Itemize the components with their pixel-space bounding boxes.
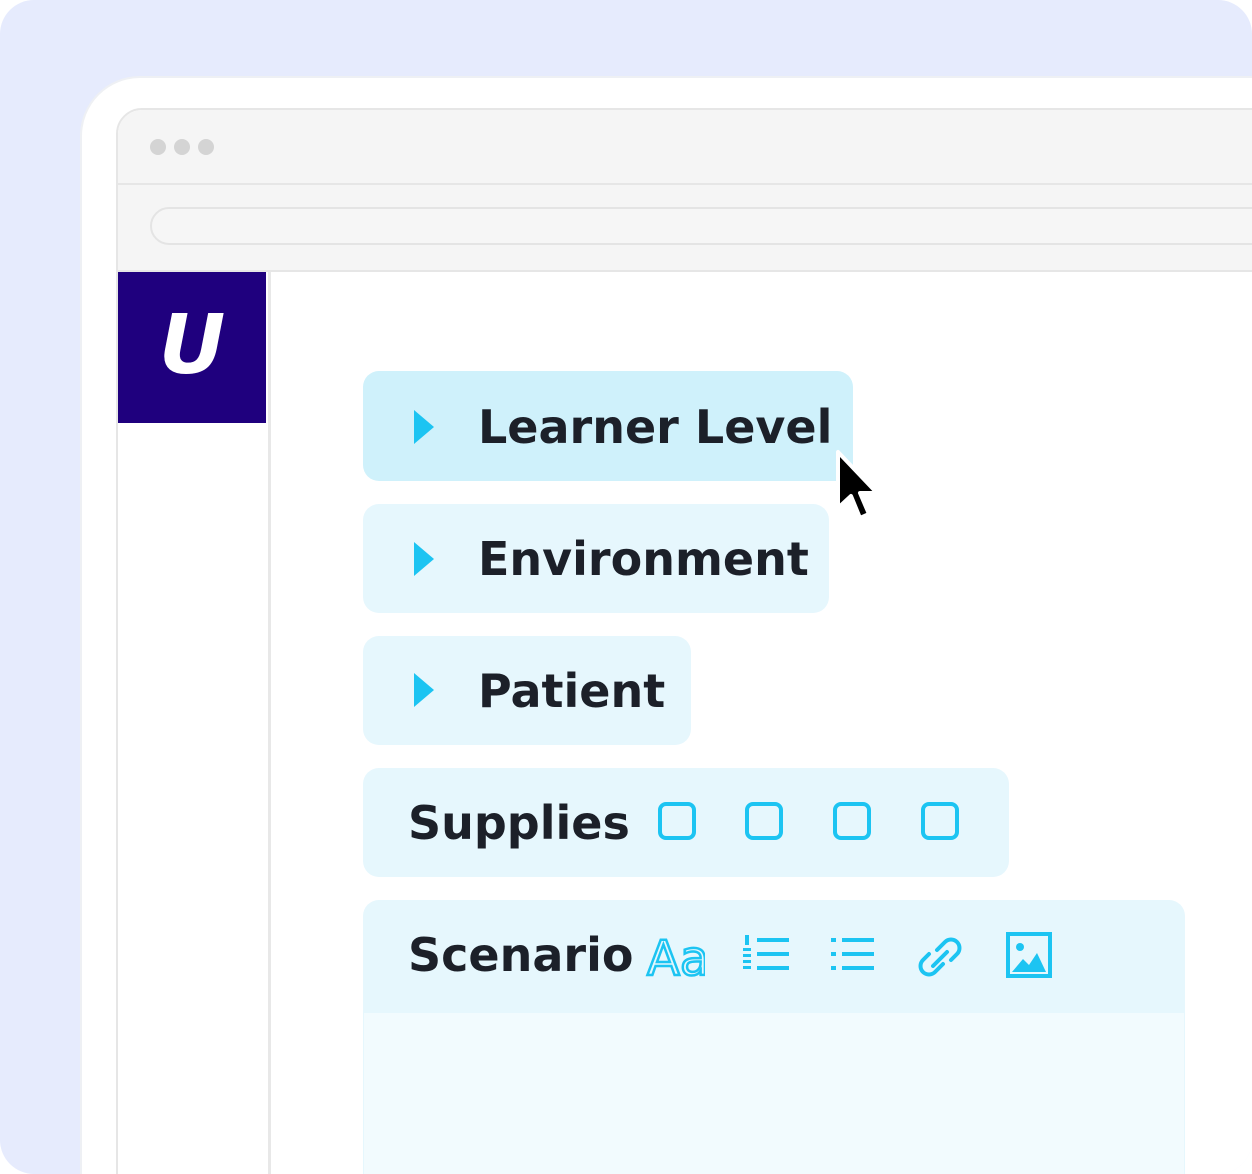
supply-checkbox[interactable]	[921, 802, 959, 840]
numbered-list-icon[interactable]	[741, 932, 801, 984]
link-icon[interactable]	[917, 930, 977, 982]
expand-caret-icon	[414, 673, 434, 707]
supply-checkbox[interactable]	[833, 802, 871, 840]
window-dot-icon	[198, 139, 214, 155]
address-bar-input[interactable]	[150, 207, 1252, 245]
supplies-row: Supplies	[363, 768, 1009, 877]
address-bar-area	[118, 185, 1252, 272]
window-dot-icon	[174, 139, 190, 155]
sidebar: U	[118, 272, 271, 1174]
section-patient[interactable]: Patient	[363, 636, 691, 745]
window-dot-icon	[150, 139, 166, 155]
supplies-label: Supplies	[408, 796, 630, 850]
section-label: Learner Level	[478, 400, 833, 454]
expand-caret-icon	[414, 542, 434, 576]
app-logo[interactable]: U	[118, 272, 266, 423]
text-format-icon[interactable]: Aa	[645, 930, 711, 989]
section-label: Patient	[478, 664, 666, 718]
text-format-glyph: Aa	[647, 931, 705, 982]
section-learner-level[interactable]: Learner Level	[363, 371, 853, 481]
background: U Learner Level Environment Patient Supp…	[0, 0, 1252, 1174]
mouse-pointer-icon	[832, 448, 886, 528]
bulleted-list-icon[interactable]	[829, 932, 889, 984]
expand-caret-icon	[414, 410, 434, 444]
logo-letter: U	[158, 298, 226, 393]
scenario-editor-input[interactable]	[364, 1013, 1184, 1174]
supply-checkbox[interactable]	[658, 802, 696, 840]
scenario-label: Scenario	[408, 928, 634, 982]
supply-checkbox[interactable]	[745, 802, 783, 840]
image-icon[interactable]	[1005, 931, 1065, 983]
section-environment[interactable]: Environment	[363, 504, 829, 613]
title-bar	[118, 110, 1252, 185]
section-label: Environment	[478, 532, 809, 586]
